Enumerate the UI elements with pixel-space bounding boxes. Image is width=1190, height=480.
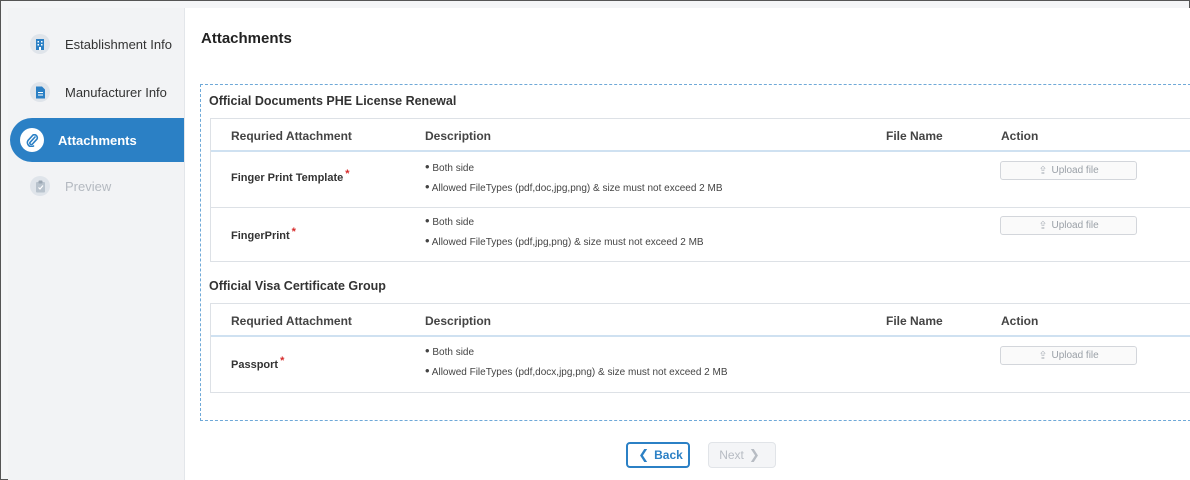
description-line: • Both side [425,159,475,174]
table-row: FingerPrint * • Both side • Allowed FileT… [211,208,1190,261]
description-line: • Both side [425,213,475,228]
clipboard-icon [30,176,50,196]
upload-file-button[interactable]: ⇪ Upload file [1000,346,1137,365]
table-header: Requried Attachment Description File Nam… [211,119,1190,152]
page-title: Attachments [201,30,292,47]
column-header-required: Requried Attachment [231,314,352,328]
chevron-left-icon: ❮ [638,447,650,462]
sidebar-item-establishment-info[interactable]: Establishment Info [8,22,184,66]
sidebar-item-label: Manufacturer Info [65,84,167,100]
description-line: • Both side [425,343,475,358]
column-header-file-name: File Name [886,129,943,143]
back-button[interactable]: ❮ Back [626,442,690,468]
sidebar-item-preview[interactable]: Preview [8,164,184,208]
description-line: • Allowed FileTypes (pdf,doc,jpg,png) & … [425,179,723,194]
paperclip-icon [20,128,44,152]
group-title-visa-certificate: Official Visa Certificate Group [209,279,386,293]
description-line: • Allowed FileTypes (pdf,docx,jpg,png) &… [425,363,728,378]
description-line: • Allowed FileTypes (pdf,jpg,png) & size… [425,233,704,248]
column-header-required: Requried Attachment [231,129,352,143]
next-button[interactable]: Next ❯ [708,442,776,468]
attachment-name: FingerPrint * [231,226,296,242]
column-header-description: Description [425,129,492,143]
required-marker: * [291,226,296,238]
attachments-table-phe-license: Requried Attachment Description File Nam… [210,118,1190,262]
column-header-action: Action [1001,314,1039,328]
group-title-phe-license: Official Documents PHE License Renewal [209,94,457,108]
required-marker: * [280,355,285,367]
building-icon [30,34,50,54]
sidebar-item-label: Establishment Info [65,36,172,52]
sidebar-item-attachments[interactable]: Attachments [10,118,184,162]
chevron-right-icon: ❯ [748,447,760,462]
main-panel: Attachments Official Documents PHE Licen… [184,8,1190,480]
sidebar-item-manufacturer-info[interactable]: Manufacturer Info [8,70,184,114]
upload-file-button[interactable]: ⇪ Upload file [1000,161,1137,180]
sidebar-item-label: Preview [65,178,112,194]
table-header: Requried Attachment Description File Nam… [211,304,1190,337]
column-header-action: Action [1001,129,1039,143]
required-marker: * [345,168,350,180]
upload-icon: ⇪ [1038,350,1048,362]
table-row: Finger Print Template * • Both side • All… [211,152,1190,208]
attachment-name: Finger Print Template * [231,168,350,184]
upload-file-button[interactable]: ⇪ Upload file [1000,216,1137,235]
attachment-name: Passport * [231,355,285,371]
table-row: Passport * • Both side • Allowed FileType… [211,337,1190,392]
attachments-table-visa-certificate: Requried Attachment Description File Nam… [210,303,1190,393]
sidebar-item-label: Attachments [58,132,137,148]
upload-icon: ⇪ [1038,220,1048,232]
column-header-file-name: File Name [886,314,943,328]
column-header-description: Description [425,314,492,328]
document-icon [30,82,50,102]
upload-icon: ⇪ [1038,165,1048,177]
